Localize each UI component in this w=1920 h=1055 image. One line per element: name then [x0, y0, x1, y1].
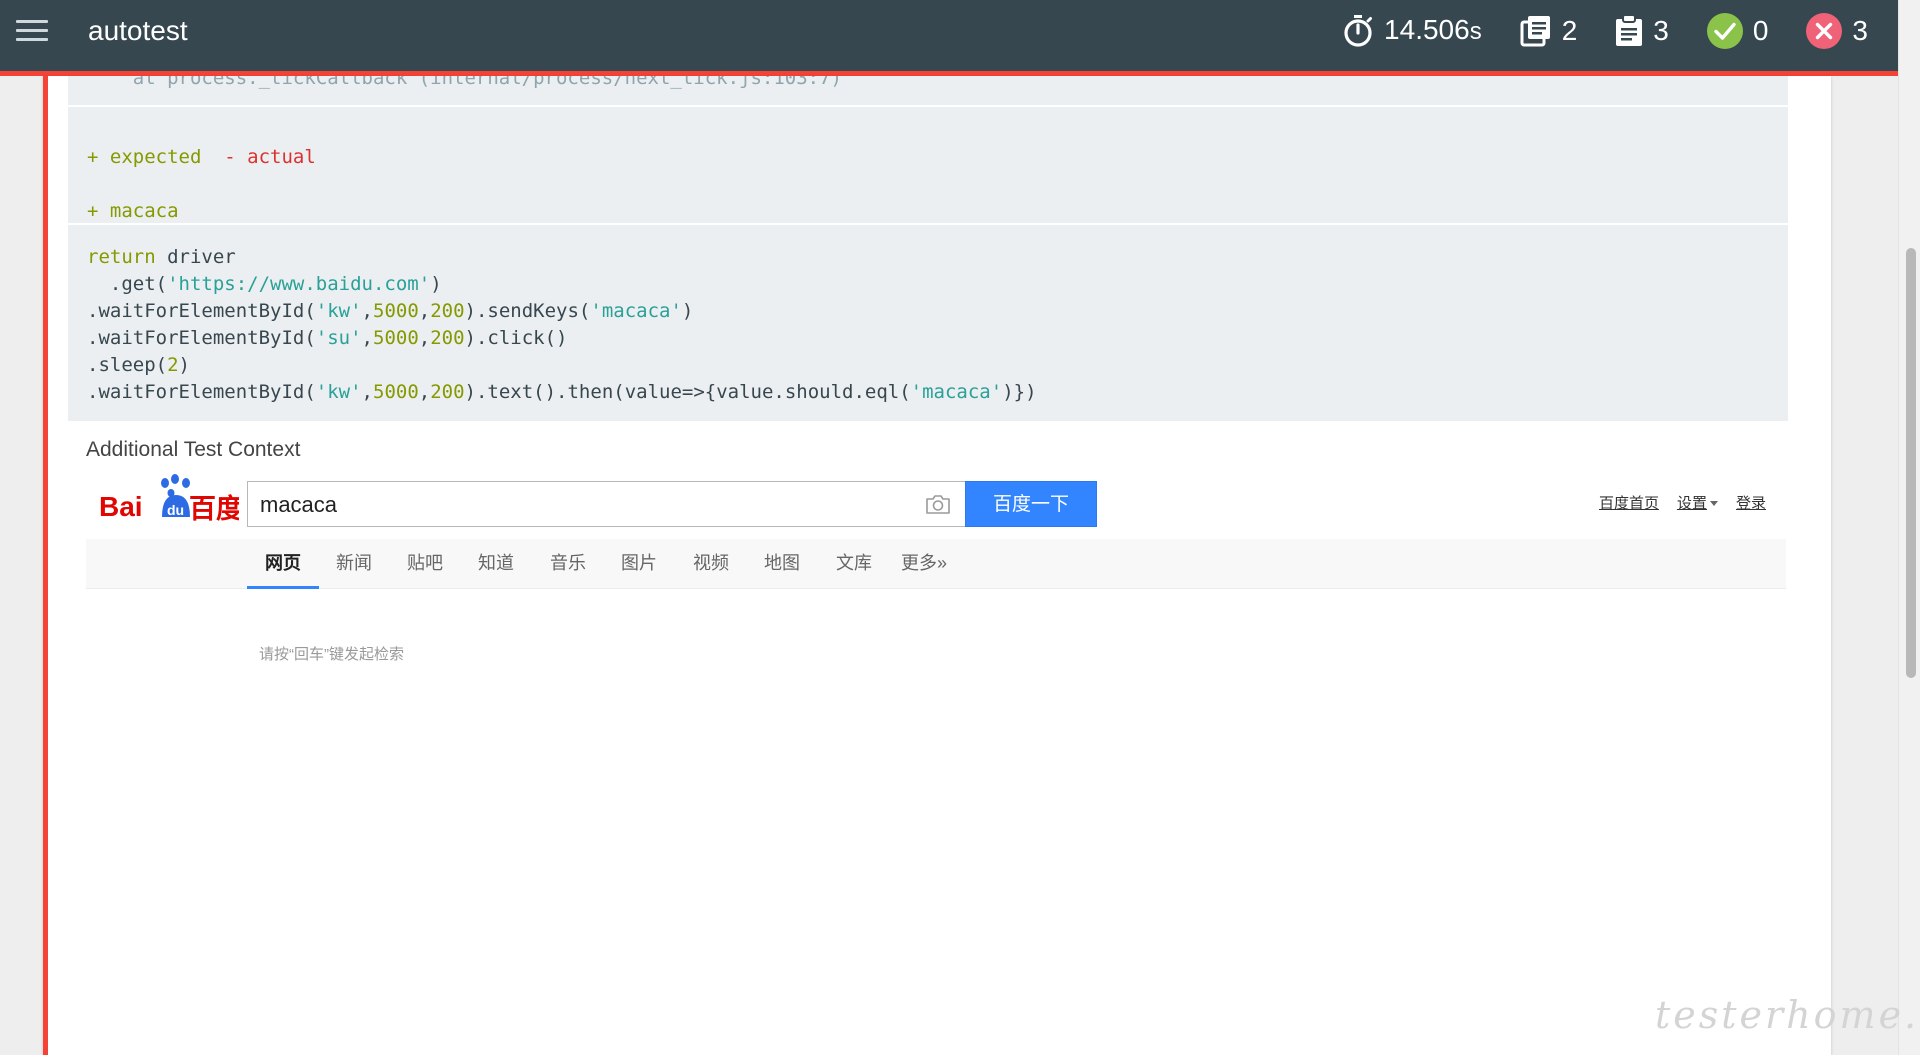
- diff-actual-label: - actual: [224, 146, 316, 168]
- baidu-logo: Bai du 百度: [99, 474, 239, 525]
- link-home[interactable]: 百度首页: [1599, 492, 1659, 513]
- passed-value: 0: [1752, 15, 1769, 46]
- tab-tieba[interactable]: 贴吧: [397, 539, 453, 589]
- top-links: 百度首页 设置 登录: [1581, 492, 1766, 513]
- suites-stat[interactable]: 2: [1520, 15, 1578, 47]
- tab-video[interactable]: 视频: [683, 539, 739, 589]
- link-login[interactable]: 登录: [1736, 492, 1766, 513]
- clipboard-icon: [1616, 15, 1643, 46]
- search-tabs: 网页 新闻 贴吧 知道 音乐 图片 视频 地图 文库 更多»: [86, 539, 1786, 589]
- additional-context-title: Additional Test Context: [86, 438, 301, 461]
- tab-news[interactable]: 新闻: [326, 539, 382, 589]
- suites-icon: [1520, 16, 1550, 47]
- stack-trace-line: at process._tickCallback (internal/proce…: [87, 76, 842, 89]
- assertion-diff-block: + expected - actual + macaca: [68, 107, 1788, 223]
- tab-web[interactable]: 网页: [247, 539, 319, 589]
- failed-value: 3: [1852, 15, 1868, 46]
- tab-more[interactable]: 更多»: [892, 539, 956, 589]
- svg-text:百度: 百度: [189, 493, 239, 525]
- search-input-value: macaca: [260, 492, 338, 517]
- tab-images[interactable]: 图片: [611, 539, 667, 589]
- menu-icon[interactable]: [16, 20, 48, 46]
- check-circle-icon: [1706, 13, 1743, 49]
- duration-stat[interactable]: 14.506s: [1342, 14, 1482, 48]
- tests-stat[interactable]: 3: [1615, 15, 1669, 47]
- search-button[interactable]: 百度一下: [965, 481, 1097, 527]
- watermark: testerhome.com: [1655, 993, 1920, 1037]
- tab-zhidao[interactable]: 知道: [468, 539, 524, 589]
- diff-expected-value: + macaca: [87, 200, 179, 222]
- scrollbar-thumb[interactable]: [1906, 248, 1916, 678]
- top-bar: autotest 14.506s 2 3 0 3: [0, 0, 1898, 71]
- search-hint: 请按“回车”键发起检索: [259, 646, 404, 663]
- tab-wenku[interactable]: 文库: [826, 539, 882, 589]
- svg-text:Bai: Bai: [99, 491, 143, 522]
- summary-stats: 14.506s 2 3 0 3: [1304, 11, 1868, 51]
- diff-expected-label: + expected: [87, 146, 202, 168]
- suites-value: 2: [1561, 15, 1578, 46]
- tab-music[interactable]: 音乐: [540, 539, 596, 589]
- failed-test-card: at process._tickCallback (internal/proce…: [43, 76, 1831, 1055]
- error-stack-block: at process._tickCallback (internal/proce…: [68, 76, 1788, 105]
- camera-icon[interactable]: [925, 493, 951, 515]
- app-title: autotest: [88, 15, 188, 46]
- duration-value: 14.506s: [1384, 14, 1482, 46]
- context-screenshot: Bai du 百度 macaca 百度一下 百度首页 设置 登录 网页 新闻 贴…: [86, 473, 1786, 1055]
- tab-map[interactable]: 地图: [754, 539, 810, 589]
- passed-stat[interactable]: 0: [1706, 13, 1769, 49]
- caret-down-icon: [1709, 501, 1718, 506]
- failed-stat[interactable]: 3: [1806, 13, 1868, 49]
- svg-text:du: du: [167, 502, 184, 518]
- search-input[interactable]: macaca: [247, 481, 965, 527]
- link-settings[interactable]: 设置: [1677, 492, 1718, 513]
- stopwatch-icon: [1344, 15, 1373, 47]
- x-circle-icon: [1806, 13, 1843, 49]
- tests-value: 3: [1653, 15, 1669, 46]
- test-source-code: return driver .get('https://www.baidu.co…: [68, 225, 1788, 421]
